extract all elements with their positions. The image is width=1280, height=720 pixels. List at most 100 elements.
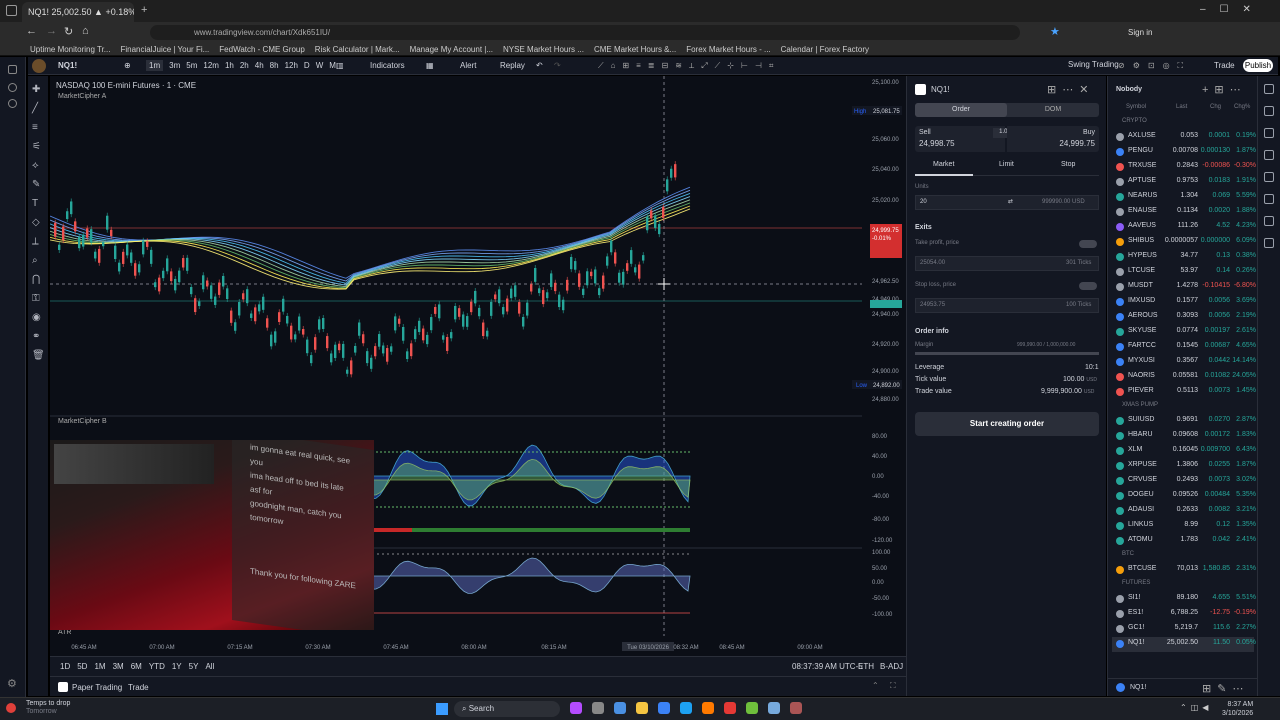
bookmark-item[interactable]: NYSE Market Hours ... [503,45,584,54]
watchlist-row[interactable]: AAVEUS 111.26 4.52 4.23% [1112,220,1256,235]
sl-input[interactable]: 24953.75 100 Ticks [915,298,1099,313]
taskbar-app-icon[interactable] [636,702,648,714]
interval-W[interactable]: W [316,61,324,70]
avatar[interactable] [32,59,46,73]
watchlist-row[interactable]: FARTCC 0.1545 0.00687 4.65% [1112,340,1256,355]
indicator-b-label[interactable]: MarketCipher B [58,418,107,425]
interval-2h[interactable]: 2h [240,61,249,70]
range-3M[interactable]: 3M [113,662,124,671]
link-icon[interactable]: ⚭ [32,331,40,342]
home-icon[interactable]: ⌂ [82,25,89,37]
range-5D[interactable]: 5D [77,662,87,671]
hline-icon[interactable]: ≡ [32,122,38,133]
watchlist-row[interactable]: PENGU 0.00708 0.000130 1.87% [1112,145,1256,160]
collapse-icon[interactable]: ⌃ [872,681,879,690]
settings-icon[interactable]: ⚙ [7,677,17,690]
line-icon[interactable]: ╱ [32,103,38,114]
maximize-icon[interactable]: ⛶ [890,681,896,691]
paper-trading-tab[interactable]: Paper Trading [72,683,122,692]
interval-12m[interactable]: 12m [203,61,219,70]
adj-toggle[interactable]: B-ADJ [880,662,903,671]
watchlist-row[interactable]: APTUSE 0.9753 0.0183 1.91% [1112,175,1256,190]
watchlist-row[interactable]: SI1! 89.180 4.655 5.51% [1112,592,1256,607]
weather-icon[interactable] [6,703,16,713]
undo-icon[interactable]: ↶ [536,61,543,70]
forward-icon[interactable]: → [46,25,57,37]
bookmark-item[interactable]: Uptime Monitoring Tr... [30,45,110,54]
crosshair-icon[interactable]: ✚ [32,84,40,95]
help-icon[interactable] [1264,238,1274,248]
start-creating-order-button[interactable]: Start creating order [915,412,1099,436]
alert-button[interactable]: Alert [460,61,476,70]
watchlist-row[interactable]: AEROUS 0.3093 0.0056 2.19% [1112,310,1256,325]
start-icon[interactable] [436,703,448,715]
header-chg[interactable]: Chg [1210,104,1221,110]
layout-name[interactable]: Swing Trading [1068,60,1119,69]
bookmark-item[interactable]: Manage My Account |... [410,45,493,54]
rail-icon[interactable] [8,65,17,74]
magnet-icon[interactable]: ⋂ [32,274,40,285]
templates-icon[interactable]: ▦ [426,61,434,70]
chart-pane[interactable]: 25,100.00 25,060.00 25,040.00 25,020.00 24,9… [50,76,906,656]
watchlist-row[interactable]: ENAUSE 0.1134 0.0020 1.88% [1112,205,1256,220]
watchlist-row[interactable]: SKYUSE 0.0774 0.00197 2.61% [1112,325,1256,340]
drawing-tools-icons[interactable]: ⟋⌂⊞≡≣⊟≋⟂⤢⟋⊹⊢⊣⌗ [598,61,780,71]
interval-3m[interactable]: 3m [169,61,180,70]
panel-menu-icons[interactable]: ⊞⋯✕ [1047,83,1094,96]
signin-link[interactable]: Sign in [1128,28,1152,37]
watchlist-row[interactable]: AXLUSE 0.053 0.0001 0.19% [1112,130,1256,145]
fib-icon[interactable]: ⚟ [32,141,41,152]
buy-button[interactable]: Buy 24,999.75 [1007,126,1099,152]
publish-button[interactable]: Publish [1243,59,1273,72]
sell-button[interactable]: Sell 24,998.75 [915,126,1005,152]
interval-D[interactable]: D [304,61,310,70]
ruler-icon[interactable]: ⟂ [32,236,39,247]
tp-input[interactable]: 25054.00 301 Ticks [915,256,1099,271]
units-input[interactable]: 20 ⇄ 999990.00 USD [915,195,1099,210]
range-5Y[interactable]: 5Y [189,662,199,671]
watchlist-actions-icons[interactable]: +⊞⋯ [1202,83,1247,96]
watchlist-row[interactable]: LTCUSE 53.97 0.14 0.26% [1112,265,1256,280]
header-symbol[interactable]: Symbol [1126,104,1146,110]
ideas-icon[interactable] [1264,172,1274,182]
taskbar-app-icon[interactable] [614,702,626,714]
header-last[interactable]: Last [1176,104,1187,110]
interval-5m[interactable]: 5m [186,61,197,70]
browser-tab[interactable]: NQ1! 25,002.50 ▲ +0.18% Swin [22,2,134,22]
watchlist-row[interactable]: HYPEUS 34.77 0.13 0.38% [1112,250,1256,265]
watchlist-row[interactable]: NAORIS 0.05581 0.01082 24.05% [1112,370,1256,385]
clock-area[interactable]: 8:37 AM 3/10/2026 [1222,700,1253,718]
alerts-icon[interactable] [1264,106,1274,116]
footer-icons[interactable]: ⊞✎⋯ [1202,682,1249,695]
tab-market[interactable]: Market [933,161,954,168]
watchlist-row[interactable]: ES1! 6,788.25 -12.75 -0.19% [1112,607,1256,622]
redo-icon[interactable]: ↷ [554,61,561,70]
watchlist-section[interactable]: BTC [1122,551,1134,557]
footer-symbol[interactable]: NQ1! [1130,684,1146,691]
lock-icon[interactable]: ⚿ [32,293,40,304]
replay-button[interactable]: Replay [500,61,525,70]
eye-icon[interactable]: ◉ [32,312,41,323]
tab-order[interactable]: Order [915,103,1007,117]
watchlist-row[interactable]: PIEVER 0.5113 0.0073 1.45% [1112,385,1256,400]
add-symbol-icon[interactable]: ⊕ [124,61,131,70]
watchlist-row[interactable]: NEARUS 1.304 0.069 5.59% [1112,190,1256,205]
chart-type-icon[interactable]: ▥ [336,61,344,70]
watchlist-section[interactable]: FUTURES [1122,580,1150,586]
watchlist-row[interactable]: DOGEU 0.09526 0.00484 5.35% [1112,489,1256,504]
watchlist-section[interactable]: CRYPTO [1122,118,1147,124]
toolbar-icons[interactable]: ⊘⚙⊡◎⛶ [1118,61,1191,71]
watchlist-row[interactable]: MUSDT 1.4278 -0.10415 -6.80% [1112,280,1256,295]
bookmark-item[interactable]: CME Market Hours &... [594,45,676,54]
range-YTD[interactable]: YTD [149,662,165,671]
browser-menu-icon[interactable] [6,5,17,16]
taskbar-app-icon[interactable] [702,702,714,714]
news-icon[interactable] [1264,216,1274,226]
rail-icon[interactable] [8,83,17,92]
sl-toggle[interactable] [1079,282,1097,290]
taskbar-app-icon[interactable] [680,702,692,714]
favorite-star-icon[interactable]: ★ [1050,25,1060,38]
tab-stop[interactable]: Stop [1061,161,1075,168]
zoom-icon[interactable]: ⌕ [32,255,38,266]
range-1Y[interactable]: 1Y [172,662,182,671]
